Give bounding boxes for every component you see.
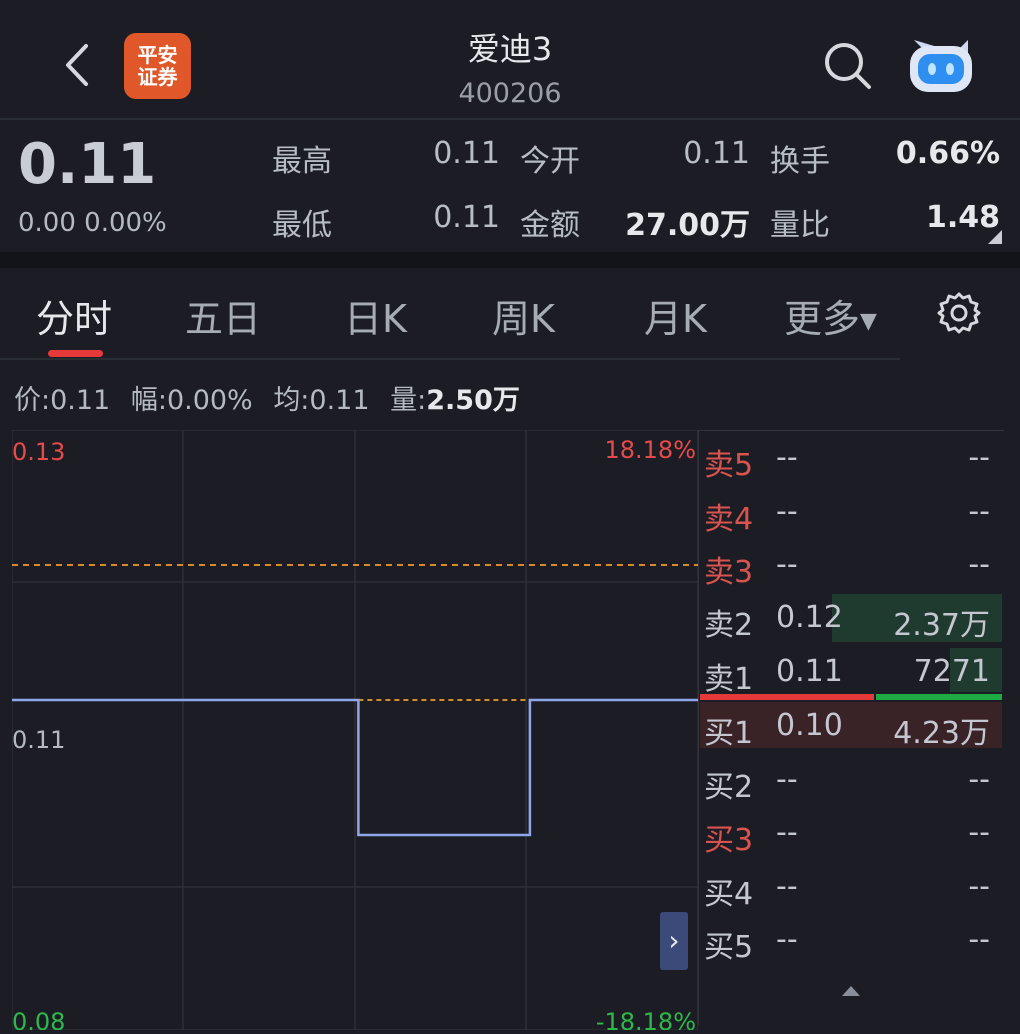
low-label: 最低 xyxy=(272,208,332,243)
ask-price: 0.11 xyxy=(776,654,843,689)
chart-settings-button[interactable] xyxy=(936,290,982,336)
ask-price: -- xyxy=(776,494,798,529)
tab-more-label: 更多 xyxy=(784,297,861,341)
ask-price: -- xyxy=(776,547,798,582)
broker-logo: 平安 证券 xyxy=(124,33,191,99)
bid-price: -- xyxy=(776,762,798,797)
ask-level-label: 卖5 xyxy=(704,448,754,483)
ask-volume: -- xyxy=(968,440,990,475)
expand-corner-icon[interactable] xyxy=(988,230,1002,244)
info-price-label: 价: xyxy=(14,385,51,416)
bid-price: -- xyxy=(776,922,798,957)
robot-icon xyxy=(910,40,972,92)
ask-volume: 7271 xyxy=(913,654,990,689)
info-volume-value: 2.50万 xyxy=(426,385,520,416)
amount-value: 27.00万 xyxy=(625,208,750,243)
tabs-divider xyxy=(0,358,900,360)
y-bottom-pct: -18.18% xyxy=(596,1008,696,1030)
bid-volume: -- xyxy=(968,815,990,850)
info-price-value: 0.11 xyxy=(50,385,111,416)
info-avg-value: 0.11 xyxy=(309,385,370,416)
assistant-button[interactable] xyxy=(904,36,978,96)
bid-level-label: 买1 xyxy=(704,716,754,751)
current-price: 0.11 xyxy=(18,132,157,197)
bid-volume: -- xyxy=(968,922,990,957)
stock-code: 400206 xyxy=(458,78,562,109)
tab-five-day[interactable]: 五日 xyxy=(185,288,261,343)
caret-down-icon: ▼ xyxy=(860,309,877,334)
info-avg-label: 均: xyxy=(273,385,310,416)
bid-level-label: 买3 xyxy=(704,823,754,858)
bid-volume: -- xyxy=(968,869,990,904)
ask-volume: -- xyxy=(968,547,990,582)
turnover-value: 0.66% xyxy=(895,136,1000,171)
bid-level-label: 买5 xyxy=(704,930,754,965)
info-range-value: 0.00% xyxy=(166,385,253,416)
logo-text-line2: 证券 xyxy=(137,65,178,89)
bid-volume: 4.23万 xyxy=(893,716,990,751)
ask-level-label: 卖4 xyxy=(704,502,754,537)
price-change: 0.00 0.00% xyxy=(18,208,167,238)
high-value: 0.11 xyxy=(433,136,500,171)
section-gap xyxy=(0,252,1020,268)
crosshair-info: 价:0.11 幅:0.00% 均:0.11 量:2.50万 xyxy=(14,378,520,417)
low-value: 0.11 xyxy=(433,200,500,235)
expand-panel-button[interactable]: › xyxy=(660,912,688,970)
y-top-pct: 18.18% xyxy=(604,436,696,464)
turnover-label: 换手 xyxy=(770,144,830,179)
search-icon xyxy=(825,43,871,89)
volratio-value: 1.48 xyxy=(925,200,1000,235)
y-top-label: 0.13 xyxy=(12,438,65,466)
bid-price: -- xyxy=(776,869,798,904)
stock-name: 爱迪3 xyxy=(467,30,553,68)
tab-more[interactable]: 更多▼ xyxy=(784,288,877,343)
ask-level-label: 卖1 xyxy=(704,662,754,697)
tab-daily-k[interactable]: 日K xyxy=(344,288,407,343)
bid-level-label: 买4 xyxy=(704,877,754,912)
gear-icon xyxy=(937,292,981,334)
caret-up-icon[interactable] xyxy=(842,986,860,996)
tab-intraday[interactable]: 分时 xyxy=(36,288,112,343)
bid-price: -- xyxy=(776,815,798,850)
volratio-label: 量比 xyxy=(770,208,830,243)
ask-price: 0.12 xyxy=(776,600,843,635)
ask-volume: 2.37万 xyxy=(893,608,990,643)
bid-price: 0.10 xyxy=(776,708,843,743)
ask-price: -- xyxy=(776,440,798,475)
ask-level-label: 卖2 xyxy=(704,608,754,643)
bid-volume: -- xyxy=(968,762,990,797)
active-tab-indicator xyxy=(48,350,103,357)
chevron-left-icon xyxy=(66,44,88,86)
intraday-chart-svg: 0.13 18.18% 0.11 0.08 -18.18% xyxy=(11,429,699,1034)
y-mid-label: 0.11 xyxy=(12,726,65,754)
bid-level-label: 买2 xyxy=(704,770,754,805)
back-button[interactable] xyxy=(58,40,98,90)
intraday-chart[interactable]: 0.13 18.18% 0.11 0.08 -18.18% xyxy=(11,429,699,1034)
buy-pressure-bar xyxy=(876,694,1002,700)
search-button[interactable] xyxy=(822,40,874,92)
open-label: 今开 xyxy=(520,144,580,179)
info-range-label: 幅: xyxy=(130,385,167,416)
tab-monthly-k[interactable]: 月K xyxy=(644,288,707,343)
high-label: 最高 xyxy=(272,144,332,179)
logo-text-line1: 平安 xyxy=(137,43,178,67)
open-value: 0.11 xyxy=(683,136,750,171)
amount-label: 金额 xyxy=(520,208,580,243)
y-bottom-label: 0.08 xyxy=(12,1008,65,1030)
tab-weekly-k[interactable]: 周K xyxy=(492,288,555,343)
chevron-right-icon: › xyxy=(668,924,680,957)
ask-level-label: 卖3 xyxy=(704,555,754,590)
header-divider xyxy=(0,118,1020,120)
ask-volume: -- xyxy=(968,494,990,529)
info-volume-label: 量: xyxy=(390,385,427,416)
